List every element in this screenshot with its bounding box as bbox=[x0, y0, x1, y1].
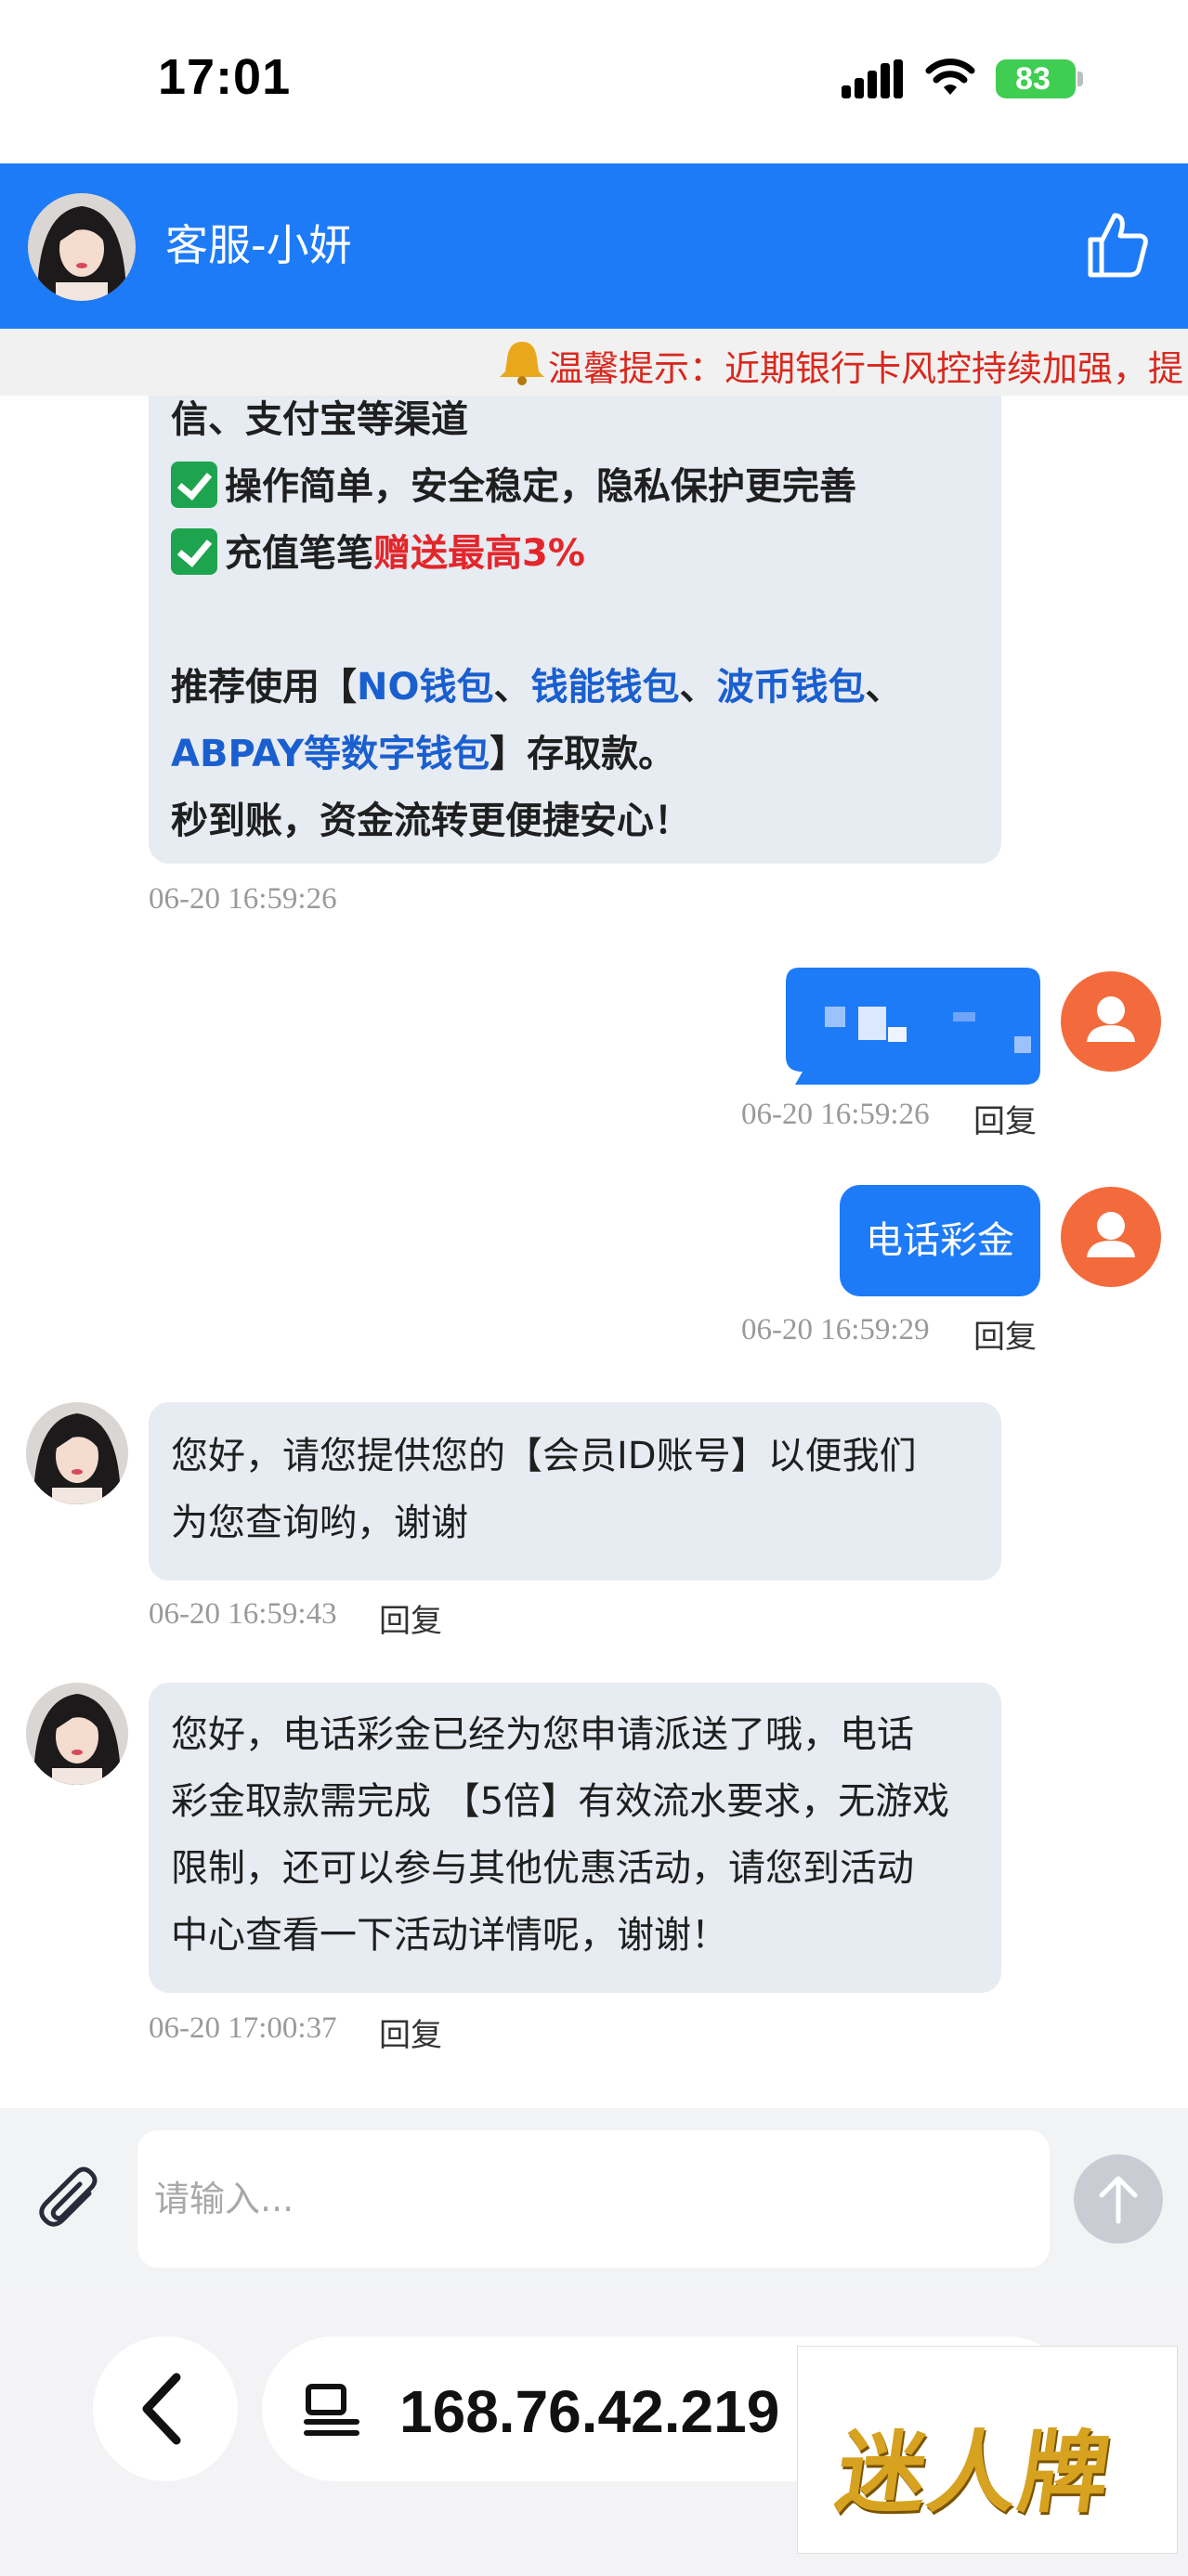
back-button[interactable] bbox=[93, 2336, 238, 2481]
status-time: 17:01 bbox=[158, 49, 292, 105]
message-line: ABPAY等数字钱包】存取款。 bbox=[171, 733, 676, 775]
message-line: 限制，还可以参与其他优惠活动，请您到活动 bbox=[171, 1847, 914, 1890]
paperclip-icon[interactable] bbox=[35, 2166, 106, 2236]
message-timestamp: 06-20 16:59:43 bbox=[149, 1597, 337, 1631]
message-line: 信、支付宝等渠道 bbox=[171, 398, 468, 441]
battery-percent: 83 bbox=[1015, 61, 1051, 97]
user-message-bubble: 电话彩金 bbox=[840, 1185, 1040, 1296]
page-title: 客服-小妍 bbox=[165, 220, 352, 270]
bell-icon bbox=[500, 342, 544, 385]
message-line: 秒到账，资金流转更便捷安心！ bbox=[171, 800, 691, 842]
message-line: 您好，请您提供您的【会员ID账号】以便我们 bbox=[171, 1435, 917, 1477]
check-mark-icon bbox=[171, 462, 217, 508]
reply-link[interactable]: 回复 bbox=[379, 2010, 442, 2055]
send-button[interactable] bbox=[1074, 2154, 1163, 2244]
thumbs-up-icon[interactable] bbox=[1085, 210, 1150, 279]
message-line: 推荐使用【NO钱包、钱能钱包、波币钱包、 bbox=[171, 666, 903, 709]
user-icon bbox=[1087, 996, 1135, 1042]
message-line: 您好，电话彩金已经为您申请派送了哦，电话 bbox=[171, 1713, 914, 1756]
agent-message-bubble: 您好，电话彩金已经为您申请派送了哦，电话 彩金取款需完成 【5倍】有效流水要求，… bbox=[149, 1683, 1001, 1993]
message-timestamp: 06-20 17:00:37 bbox=[149, 2011, 337, 2045]
message-line: 中心查看一下活动详情呢，谢谢！ bbox=[171, 1914, 728, 1957]
agent-avatar[interactable] bbox=[28, 193, 136, 301]
message-line: 为您查询哟，谢谢 bbox=[171, 1502, 468, 1544]
check-mark-icon bbox=[171, 528, 217, 575]
agent-message-bubble: 您好，请您提供您的【会员ID账号】以便我们 为您查询哟，谢谢 bbox=[149, 1402, 1001, 1581]
user-avatar[interactable] bbox=[1061, 1187, 1161, 1287]
chat-header: 客服-小妍 bbox=[0, 163, 1188, 329]
message-line: 充值笔笔赠送最高3% bbox=[171, 520, 585, 587]
cellular-signal-icon bbox=[842, 59, 903, 98]
reply-link[interactable]: 回复 bbox=[973, 1096, 1037, 1141]
page-menu-icon bbox=[304, 2384, 359, 2436]
arrow-up-icon bbox=[1099, 2176, 1138, 2224]
message-line: 彩金取款需完成 【5倍】有效流水要求，无游戏 bbox=[171, 1780, 950, 1823]
url-text: 168.76.42.219 bbox=[399, 2378, 780, 2445]
battery-icon: 83 bbox=[996, 59, 1085, 98]
user-message-bubble-blurred bbox=[786, 968, 1040, 1085]
chat-message-list[interactable]: 信、支付宝等渠道 操作简单，安全稳定，隐私保护更完善 充值笔笔赠送最高3% 推荐… bbox=[0, 396, 1188, 2108]
chevron-left-icon bbox=[142, 2373, 181, 2445]
user-icon bbox=[1087, 1212, 1135, 1257]
user-avatar[interactable] bbox=[1061, 971, 1161, 1072]
status-bar: 17:01 83 bbox=[0, 0, 1188, 163]
watermark-text: 迷人牌 bbox=[829, 2420, 1118, 2525]
message-line: 操作简单，安全稳定，隐私保护更完善 bbox=[171, 453, 856, 520]
wifi-icon bbox=[925, 59, 975, 95]
watermark-logo: 迷人牌 bbox=[797, 2346, 1178, 2554]
reply-link[interactable]: 回复 bbox=[379, 1595, 442, 1641]
agent-message-bubble: 信、支付宝等渠道 操作简单，安全稳定，隐私保护更完善 充值笔笔赠送最高3% 推荐… bbox=[149, 396, 1001, 864]
message-timestamp: 06-20 16:59:26 bbox=[149, 882, 337, 916]
agent-avatar[interactable] bbox=[26, 1683, 128, 1785]
message-input-bar bbox=[0, 2108, 1188, 2294]
notice-marquee: 温馨提示：近期银行卡风控持续加强，提 bbox=[0, 329, 1188, 396]
message-timestamp: 06-20 16:59:29 bbox=[741, 1313, 930, 1347]
agent-avatar[interactable] bbox=[26, 1402, 128, 1504]
reply-link[interactable]: 回复 bbox=[973, 1311, 1037, 1357]
message-timestamp: 06-20 16:59:26 bbox=[741, 1098, 930, 1131]
notice-text: 温馨提示：近期银行卡风控持续加强，提 bbox=[548, 348, 1184, 389]
message-input[interactable] bbox=[137, 2130, 1050, 2268]
